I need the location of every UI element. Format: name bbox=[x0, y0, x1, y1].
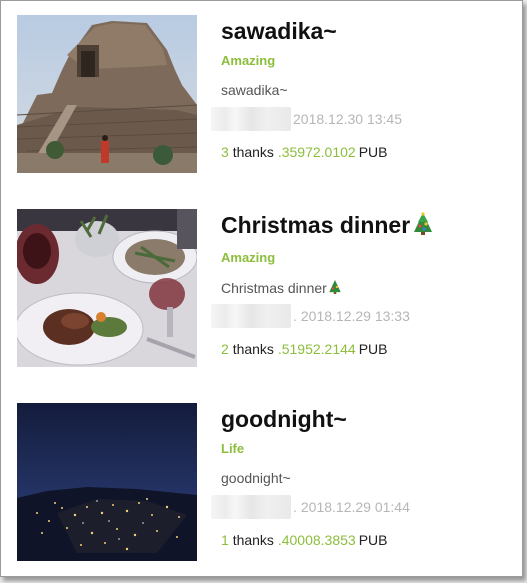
reward-amount: .35972.0102 bbox=[277, 144, 356, 160]
post-date: 2018.12.29 13:33 bbox=[300, 308, 410, 324]
post-date: 2018.12.30 13:45 bbox=[293, 111, 402, 127]
thanks-count: 1 bbox=[221, 532, 229, 548]
post-stats: 3 thanks .35972.0102 PUB bbox=[221, 144, 507, 160]
post-meta: . 2018.12.29 13:33 bbox=[211, 304, 507, 328]
post-excerpt: Christmas dinner bbox=[221, 279, 507, 297]
thanks-count: 3 bbox=[221, 144, 229, 160]
post-category[interactable]: Life bbox=[221, 441, 507, 459]
post-item[interactable]: Christmas dinner Amazing Christmas dinne… bbox=[17, 209, 507, 369]
christmas-tree-icon bbox=[412, 212, 434, 244]
post-date: 2018.12.29 01:44 bbox=[300, 499, 410, 515]
post-title[interactable]: goodnight~ bbox=[221, 403, 507, 435]
post-item[interactable]: goodnight~ Life goodnight~ . 2018.12.29 0… bbox=[17, 403, 507, 563]
temple-photo[interactable] bbox=[17, 15, 197, 173]
post-excerpt: sawadika~ bbox=[221, 82, 288, 98]
reward-amount: .40008.3853 bbox=[277, 532, 356, 548]
thanks-label[interactable]: thanks bbox=[233, 532, 274, 548]
post-excerpt: goodnight~ bbox=[221, 470, 291, 486]
thanks-count: 2 bbox=[221, 341, 229, 357]
reward-amount: .51952.2144 bbox=[277, 341, 356, 357]
post-stats: 2 thanks .51952.2144 PUB bbox=[221, 341, 507, 357]
thanks-label[interactable]: thanks bbox=[233, 144, 274, 160]
post-date-prefix: . bbox=[293, 499, 297, 515]
post-category[interactable]: Amazing bbox=[221, 250, 507, 268]
blurred-author bbox=[211, 495, 291, 519]
reward-currency: PUB bbox=[358, 532, 388, 548]
christmas-tree-icon bbox=[328, 279, 342, 298]
post-item[interactable]: sawadika~ Amazing sawadika~ 2018.12.30 1… bbox=[17, 15, 507, 175]
post-title[interactable]: sawadika~ bbox=[221, 15, 507, 47]
blurred-author bbox=[211, 107, 291, 131]
reward-currency: PUB bbox=[358, 341, 388, 357]
reward-currency: PUB bbox=[358, 144, 388, 160]
post-category[interactable]: Amazing bbox=[221, 53, 507, 71]
post-date-prefix: . bbox=[293, 308, 297, 324]
thanks-label[interactable]: thanks bbox=[233, 341, 274, 357]
night-city-photo[interactable] bbox=[17, 403, 197, 561]
post-meta: . 2018.12.29 01:44 bbox=[211, 495, 507, 519]
post-list-panel: sawadika~ Amazing sawadika~ 2018.12.30 1… bbox=[0, 0, 523, 577]
dinner-photo[interactable] bbox=[17, 209, 197, 367]
post-stats: 1 thanks .40008.3853 PUB bbox=[221, 532, 507, 548]
post-title[interactable]: Christmas dinner bbox=[221, 209, 507, 244]
blurred-author bbox=[211, 304, 291, 328]
post-meta: 2018.12.30 13:45 bbox=[211, 107, 507, 131]
